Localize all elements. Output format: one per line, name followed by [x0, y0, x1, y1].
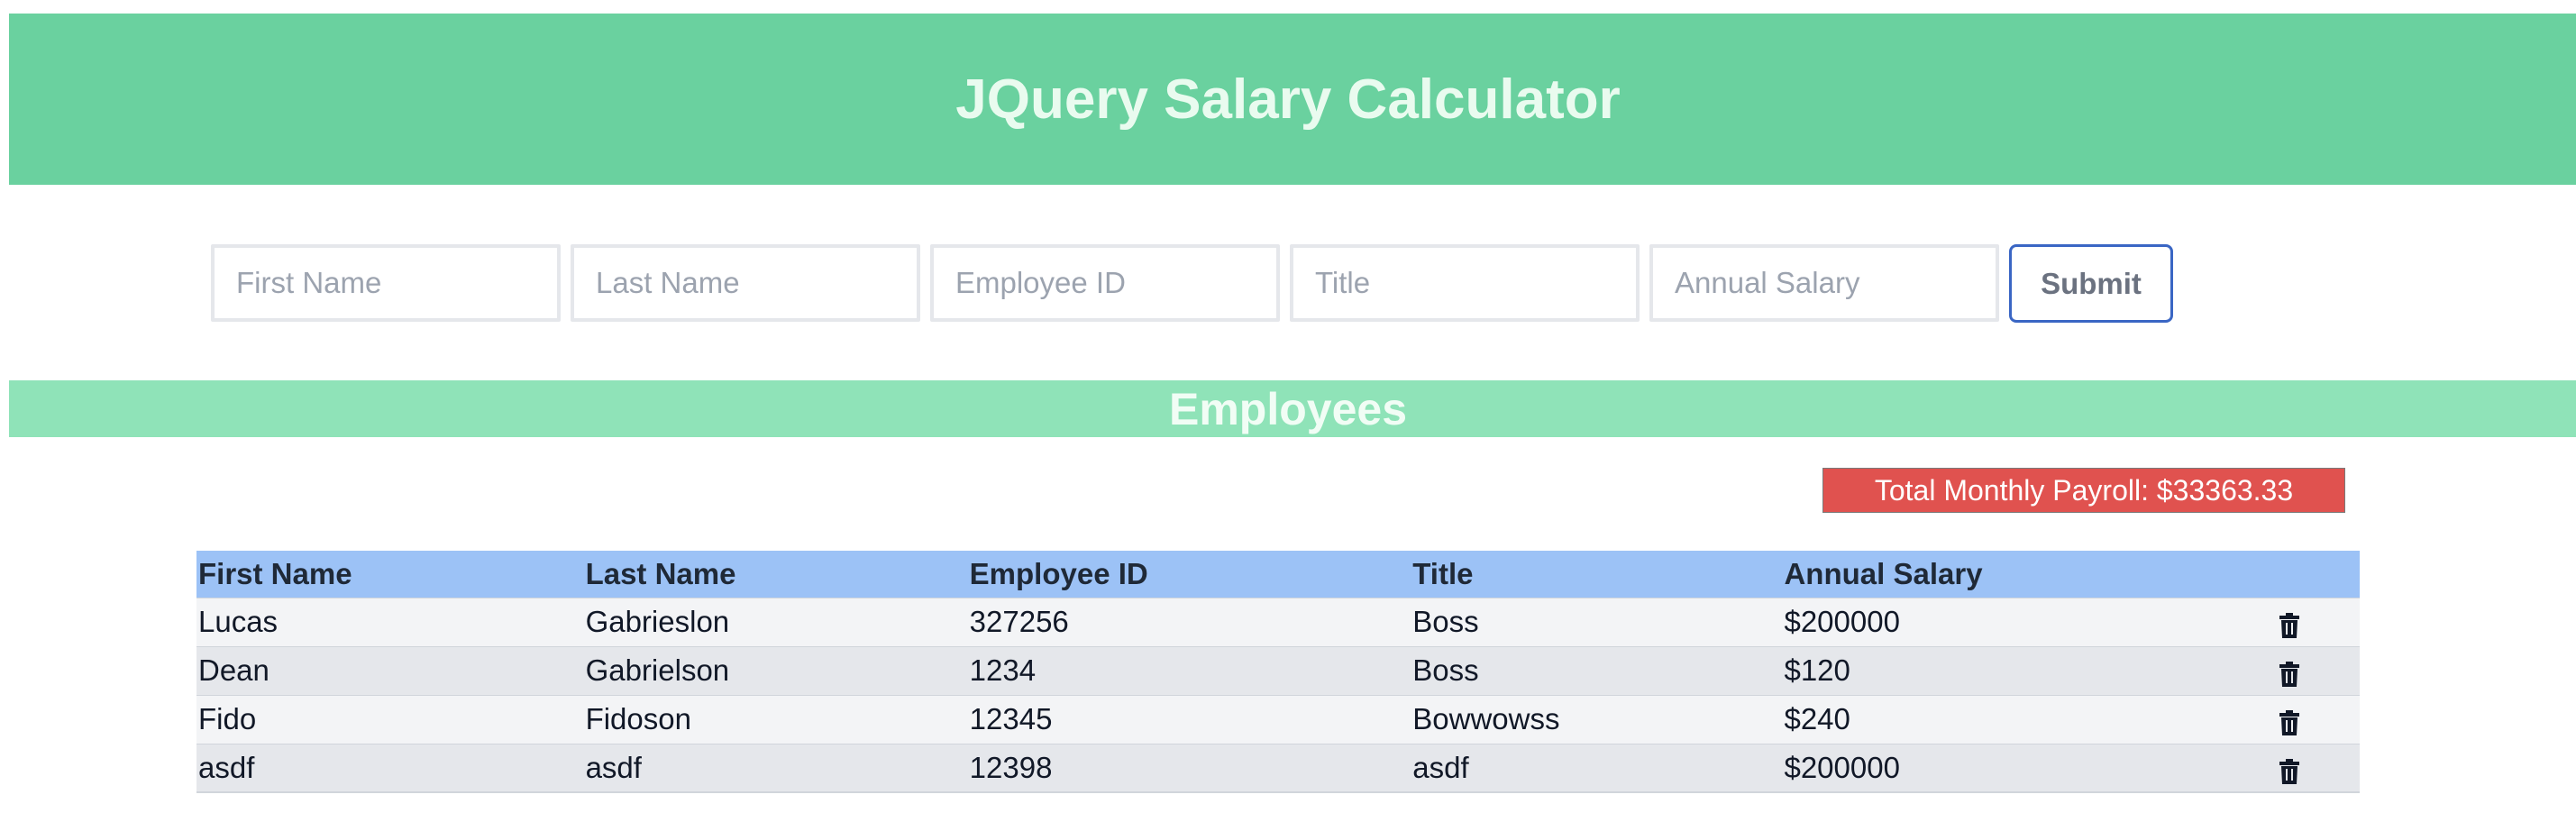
cell-actions: [2277, 598, 2360, 646]
cell-employee-id: 12345: [969, 702, 1053, 735]
column-header-actions: [2277, 551, 2360, 598]
trash-icon[interactable]: [2279, 660, 2300, 688]
table-row: Dean Gabrielson 1234 Boss $120: [196, 646, 2360, 695]
cell-employee-id: 1234: [969, 653, 1037, 687]
first-name-input[interactable]: [211, 244, 561, 322]
table-body: Lucas Gabrieslon 327256 Boss $200000 Dea…: [196, 598, 2360, 792]
employees-table: First Name Last Name Employee ID Title A…: [196, 551, 2360, 793]
column-header-first-name: First Name: [198, 556, 352, 590]
column-header-title: Title: [1412, 556, 1474, 590]
cell-actions: [2277, 695, 2360, 744]
annual-salary-input[interactable]: [1649, 244, 1999, 322]
trash-icon[interactable]: [2279, 611, 2300, 639]
employees-heading: Employees: [1168, 383, 1407, 434]
cell-first-name: Dean: [198, 653, 269, 687]
cell-annual-salary: $120: [1784, 653, 1850, 687]
column-header-employee-id: Employee ID: [969, 556, 1148, 590]
cell-title: asdf: [1412, 750, 1469, 784]
cell-employee-id: 327256: [969, 605, 1069, 638]
table-row: Fido Fidoson 12345 Bowwowss $240: [196, 695, 2360, 744]
app-header: JQuery Salary Calculator: [9, 14, 2576, 185]
cell-last-name: asdf: [585, 750, 642, 784]
submit-button[interactable]: Submit: [2009, 244, 2173, 323]
last-name-input[interactable]: [571, 244, 920, 322]
cell-annual-salary: $200000: [1784, 750, 1900, 784]
title-input[interactable]: [1290, 244, 1640, 322]
table-row: asdf asdf 12398 asdf $200000: [196, 744, 2360, 792]
table-header-row: First Name Last Name Employee ID Title A…: [196, 551, 2360, 598]
column-header-last-name: Last Name: [585, 556, 736, 590]
page: JQuery Salary Calculator Submit Employee…: [0, 0, 2576, 822]
total-monthly-payroll: Total Monthly Payroll: $33363.33: [1822, 468, 2345, 513]
cell-actions: [2277, 744, 2360, 792]
employees-section-header: Employees: [9, 380, 2576, 437]
employee-id-input[interactable]: [930, 244, 1280, 322]
cell-annual-salary: $200000: [1784, 605, 1900, 638]
table-header: First Name Last Name Employee ID Title A…: [196, 551, 2360, 598]
cell-title: Boss: [1412, 653, 1479, 687]
employee-form: Submit: [211, 244, 2173, 323]
cell-last-name: Gabrielson: [585, 653, 730, 687]
cell-title: Bowwowss: [1412, 702, 1560, 735]
cell-first-name: asdf: [198, 750, 255, 784]
page-title: JQuery Salary Calculator: [955, 68, 1621, 131]
column-header-annual-salary: Annual Salary: [1784, 556, 1983, 590]
cell-annual-salary: $240: [1784, 702, 1850, 735]
cell-last-name: Gabrieslon: [585, 605, 730, 638]
table-row: Lucas Gabrieslon 327256 Boss $200000: [196, 598, 2360, 646]
trash-icon[interactable]: [2279, 708, 2300, 736]
cell-title: Boss: [1412, 605, 1479, 638]
cell-first-name: Lucas: [198, 605, 279, 638]
cell-first-name: Fido: [198, 702, 257, 735]
cell-actions: [2277, 646, 2360, 695]
trash-icon[interactable]: [2279, 757, 2300, 785]
cell-employee-id: 12398: [969, 750, 1053, 784]
cell-last-name: Fidoson: [585, 702, 691, 735]
